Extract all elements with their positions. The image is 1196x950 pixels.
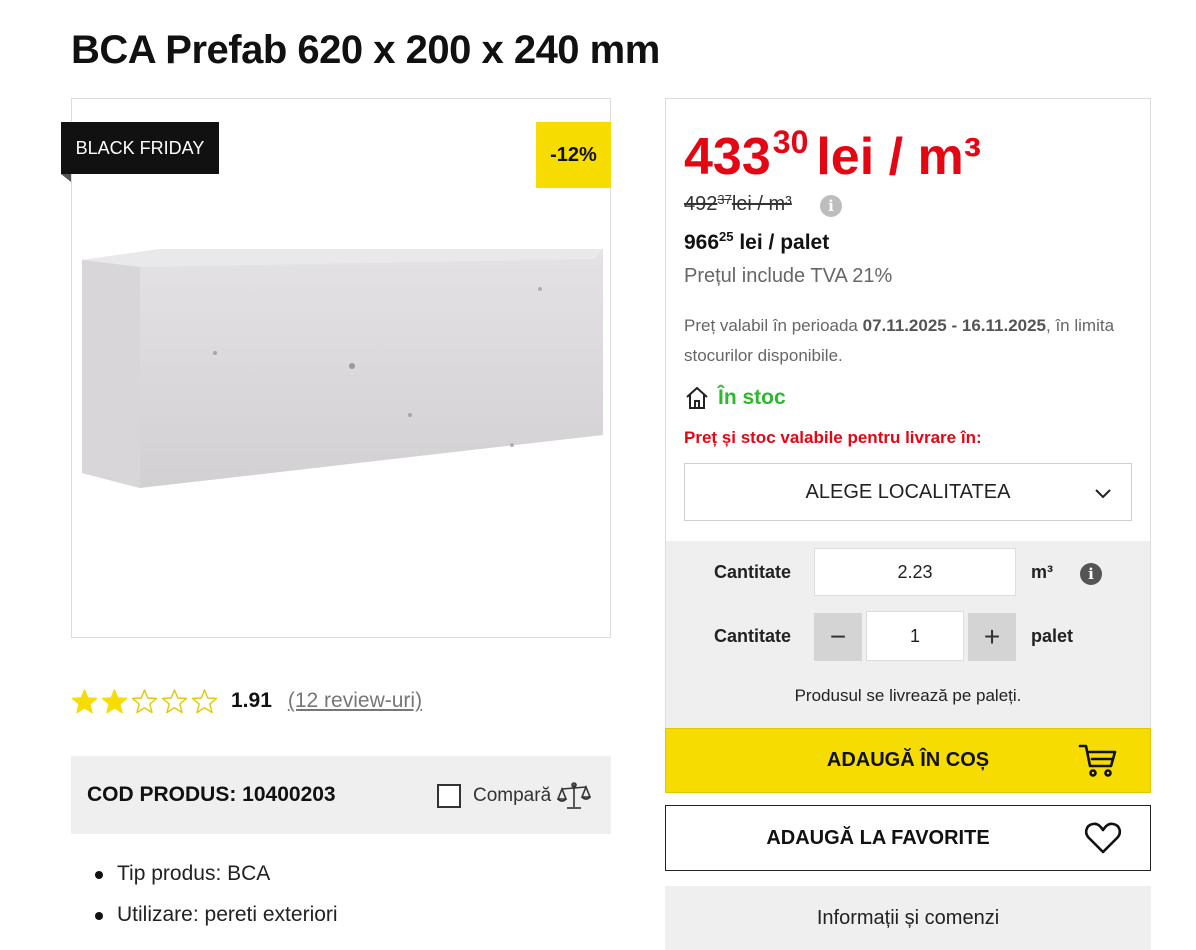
rating-stars (71, 688, 221, 715)
scale-icon (557, 782, 592, 809)
feature-list: Tip produs: BCA Utilizare: pereti exteri… (95, 862, 338, 944)
rating: 1.91 (12 review-uri) (71, 684, 422, 718)
compare-label: Compară (473, 785, 552, 806)
list-item: Utilizare: pereti exteriori (95, 903, 338, 944)
heart-icon (1084, 822, 1122, 854)
old-price-decimals: 37 (717, 192, 732, 207)
discount-badge: -12% (536, 122, 611, 188)
volume-quantity-input[interactable]: 2.23 (814, 548, 1016, 596)
current-price: 433 30 lei / m³ (684, 122, 981, 192)
add-to-cart-button[interactable]: ADAUGĂ ÎN COȘ (665, 728, 1151, 793)
info-icon[interactable]: i (820, 195, 842, 217)
delivery-note: Preț și stoc valabile pentru livrare în: (684, 428, 982, 447)
rating-value: 1.91 (231, 689, 272, 712)
product-image (82, 249, 603, 488)
add-to-favorites-button[interactable]: ADAUGĂ LA FAVORITE (665, 805, 1151, 871)
house-icon (686, 386, 708, 409)
black-friday-badge: BLACK FRIDAY (61, 122, 219, 174)
old-price-unit: lei / m³ (731, 193, 792, 215)
info-orders-button[interactable]: Informații și comenzi (665, 886, 1151, 950)
old-price: 492 37 lei / m³ (684, 193, 792, 216)
volume-unit: m³ (1031, 562, 1053, 582)
locality-select-label: ALEGE LOCALITATEA (805, 480, 1011, 503)
add-to-favorites-label: ADAUGĂ LA FAVORITE (766, 826, 990, 849)
price-unit: lei / m³ (816, 128, 982, 186)
list-item: Tip produs: BCA (95, 862, 338, 903)
increment-button[interactable]: + (968, 613, 1016, 661)
vat-note: Prețul include TVA 21% (684, 265, 893, 287)
stock-status: În stoc (684, 385, 786, 411)
cart-icon (1078, 744, 1117, 777)
pallet-price-decimals: 25 (719, 229, 734, 244)
pallet-quantity-input[interactable]: 1 (866, 611, 964, 661)
pallet-unit: palet (1031, 626, 1074, 646)
star-empty-icon (131, 688, 158, 713)
pallet-price: 96625 lei / palet (684, 230, 829, 255)
product-code: COD PRODUS: 10400203 (87, 783, 336, 806)
info-icon[interactable]: i (1080, 563, 1102, 585)
pallet-price-integer: 966 (684, 231, 720, 254)
quantity-label: Cantitate (714, 626, 792, 646)
validity-note: Preț valabil în perioada 07.11.2025 - 16… (684, 311, 1134, 371)
validity-prefix: Preț valabil în perioada (684, 316, 863, 335)
locality-select[interactable]: ALEGE LOCALITATEA (684, 463, 1132, 521)
stock-label: În stoc (718, 386, 786, 409)
chevron-down-icon (1095, 489, 1111, 499)
quantity-label: Cantitate (714, 562, 792, 582)
quantity-info[interactable]: i (1080, 563, 1102, 585)
compare-checkbox[interactable] (437, 784, 461, 808)
pallet-price-unit: lei / palet (733, 231, 830, 254)
product-code-bar: COD PRODUS: 10400203 Compară (71, 756, 611, 834)
validity-dates: 07.11.2025 - 16.11.2025 (862, 316, 1047, 335)
price-decimals: 30 (772, 124, 809, 160)
star-filled-icon (101, 688, 128, 713)
old-price-integer: 492 (684, 193, 718, 215)
star-filled-icon (71, 688, 98, 713)
price-integer: 433 (684, 128, 771, 186)
pallet-delivery-note: Produsul se livrează pe paleți. (794, 686, 1022, 705)
reviews-link[interactable]: (12 review-uri) (288, 689, 422, 713)
page-title: BCA Prefab 620 x 200 x 240 mm (71, 28, 660, 72)
star-empty-icon (191, 688, 218, 713)
decrement-button[interactable]: − (814, 613, 862, 661)
add-to-cart-label: ADAUGĂ ÎN COȘ (826, 749, 990, 771)
star-empty-icon (161, 688, 188, 713)
compare-toggle[interactable]: Compară (437, 781, 592, 811)
badge-fold-decoration (61, 174, 71, 182)
